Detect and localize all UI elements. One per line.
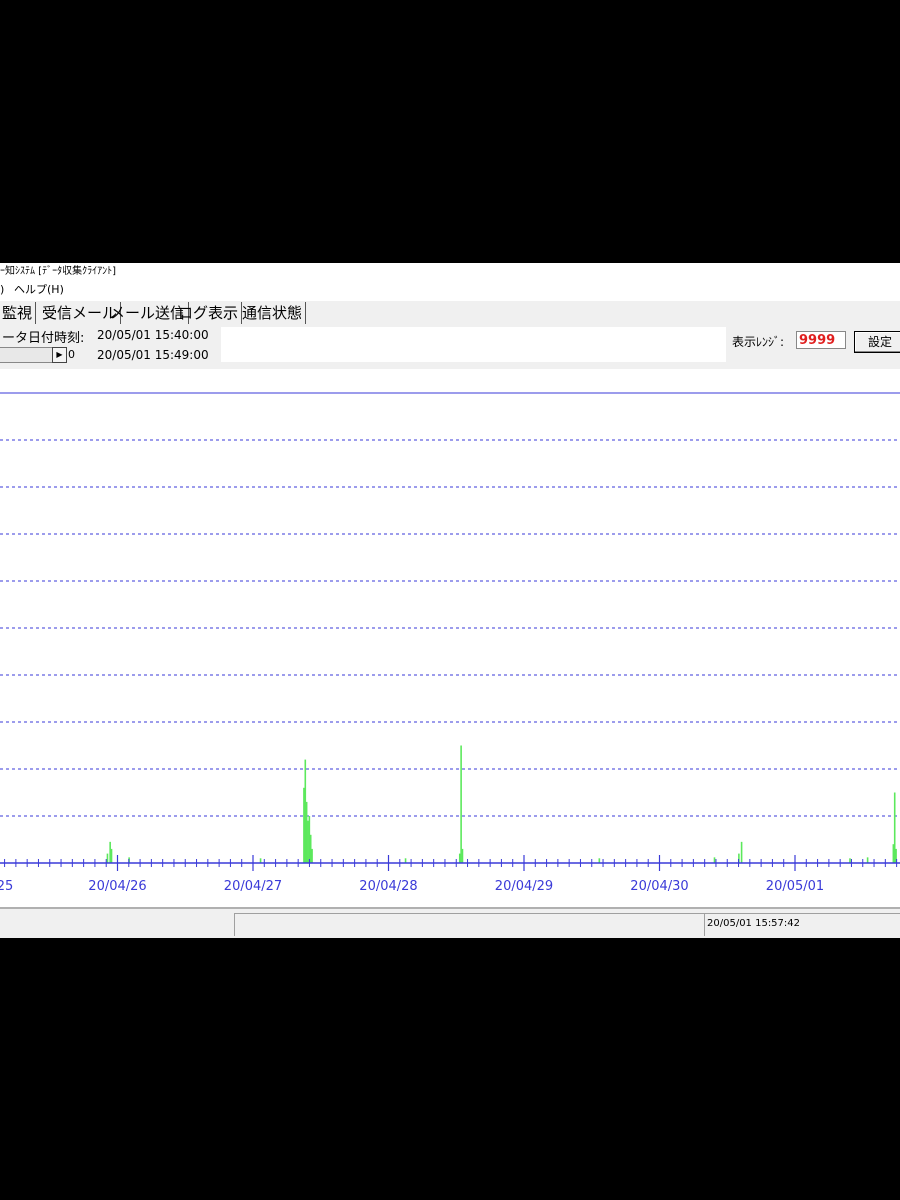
range-input[interactable]: 9999 — [796, 331, 846, 349]
x-tick-label: 20/04/29 — [495, 879, 553, 894]
status-bar: 20/05/01 15:57:42 — [0, 907, 900, 938]
x-tick-label: 20/04/27 — [224, 879, 282, 894]
data-bar — [110, 848, 113, 863]
tab-bar: 監視 受信メール メール送信 ログ表示 通信状態 — [0, 301, 900, 325]
window-title: ｰ知ｼｽﾃﾑ [ﾃﾞｰﾀ収集ｸﾗｲｱﾝﾄ] — [0, 266, 116, 277]
data-datetime-label: ータ日付時刻: — [2, 331, 85, 346]
slider-right-button[interactable]: ▶ — [52, 347, 67, 363]
chart-grid — [0, 392, 900, 817]
data-bar — [713, 857, 716, 863]
data-bar — [311, 848, 313, 863]
range-label: 表示ﾚﾝｼﾞ: — [732, 335, 785, 349]
chart-bars — [106, 745, 897, 863]
tab-connection-status[interactable]: 通信状態 — [242, 302, 307, 324]
tab-monitor[interactable]: 監視 — [2, 302, 37, 324]
data-bar — [461, 848, 464, 863]
status-timestamp: 20/05/01 15:57:42 — [707, 918, 801, 929]
chart-tick-labels: 25 20/04/26 20/04/27 20/04/28 20/04/29 20/04/… — [0, 879, 824, 894]
slider-datetime-value: 20/05/01 15:49:00 — [97, 348, 209, 362]
data-bar — [106, 853, 109, 863]
settings-button[interactable]: 設定 — [854, 331, 900, 353]
menu-item-help[interactable]: ヘルプ(H) — [14, 281, 64, 299]
slider-value: 0 — [68, 348, 75, 361]
chart-x-axis — [0, 855, 900, 871]
data-bar — [740, 841, 743, 863]
app-window: ｰ知ｼｽﾃﾑ [ﾃﾞｰﾀ収集ｸﾗｲｱﾝﾄ] ) ヘルプ(H) 監視 受信メール … — [0, 263, 900, 938]
x-tick-label: 20/05/01 — [766, 879, 824, 894]
info-panel: ータ日付時刻: 20/05/01 15:40:00 ▶ 0 20/05/01 1… — [0, 325, 900, 369]
data-datetime-value: 20/05/01 15:40:00 — [97, 328, 209, 342]
title-bar: ｰ知ｼｽﾃﾑ [ﾃﾞｰﾀ収集ｸﾗｲｱﾝﾄ] — [0, 263, 900, 281]
x-tick-label: 20/04/26 — [88, 879, 146, 894]
x-tick-label: 25 — [0, 879, 13, 894]
data-bar — [460, 745, 462, 863]
data-bar — [866, 857, 869, 863]
x-tick-label: 20/04/30 — [630, 879, 688, 894]
tab-log-view[interactable]: ログ表示 — [178, 302, 243, 324]
menu-item-file[interactable]: ) — [0, 281, 4, 299]
message-area — [221, 327, 726, 362]
monitor-chart: 25 20/04/26 20/04/27 20/04/28 20/04/29 20/04/… — [0, 392, 900, 894]
status-pane-middle — [234, 913, 705, 936]
menu-bar: ) ヘルプ(H) — [0, 281, 900, 299]
play-icon: ▶ — [56, 350, 63, 359]
time-slider[interactable] — [0, 347, 53, 363]
x-tick-label: 20/04/28 — [359, 879, 417, 894]
